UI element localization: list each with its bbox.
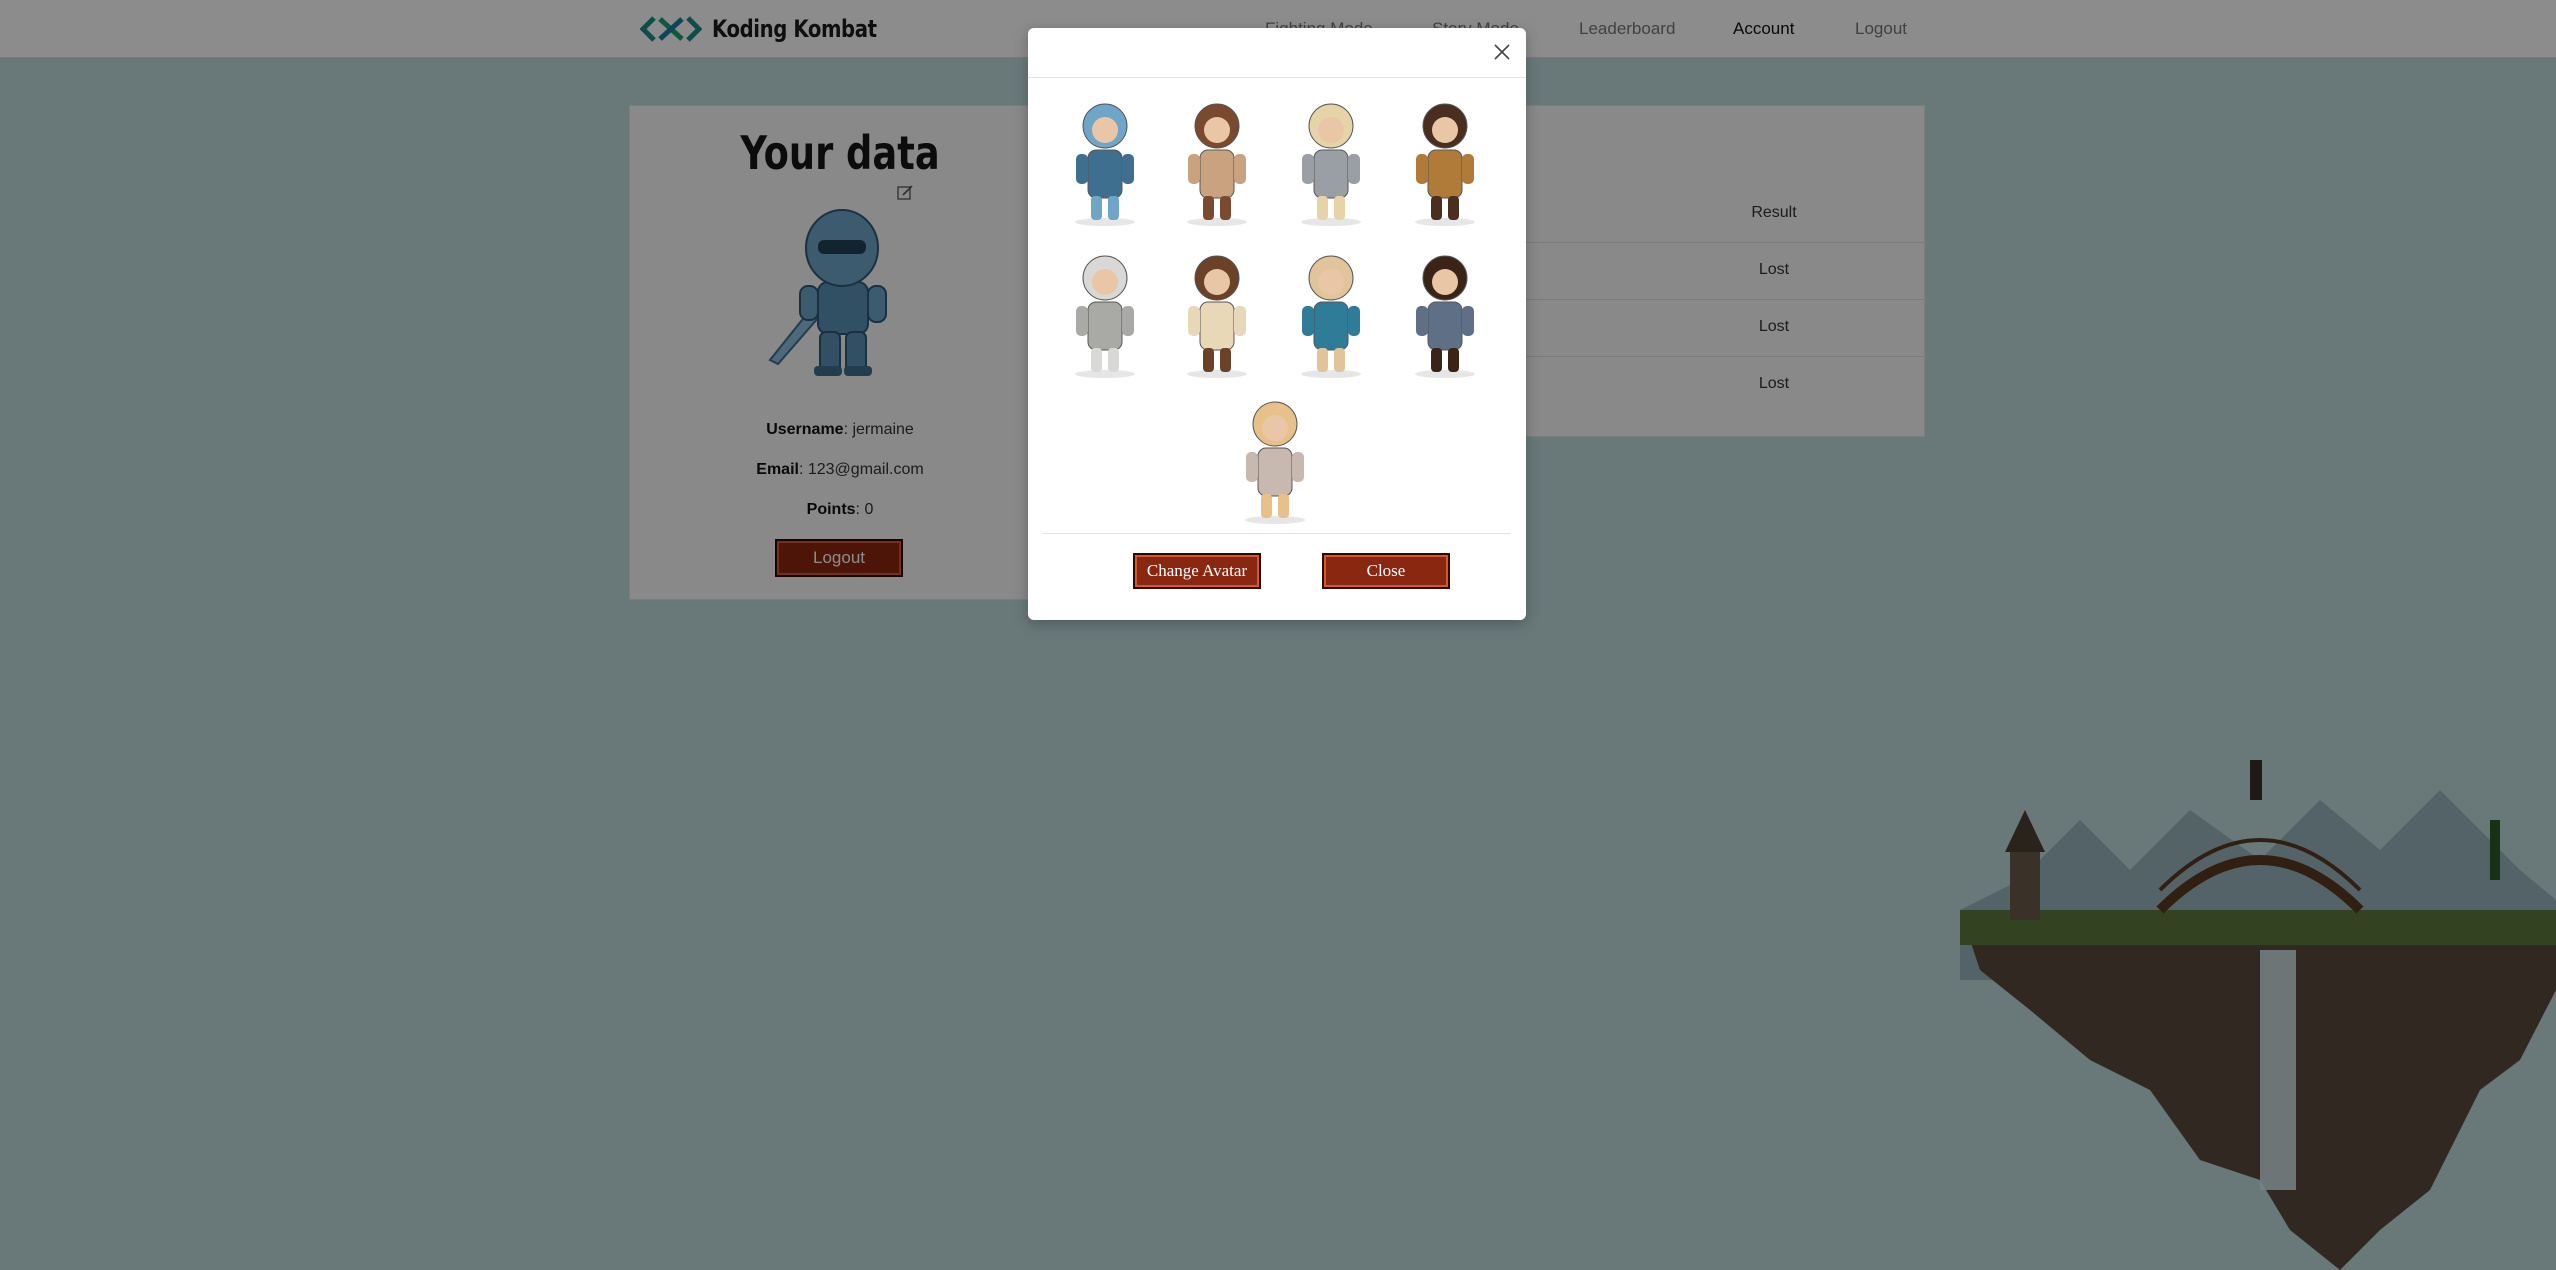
close-icon[interactable] [1488, 38, 1516, 66]
avatar-option[interactable] [1276, 240, 1386, 380]
modal-header [1028, 28, 1526, 78]
avatar-option[interactable] [1162, 88, 1272, 228]
modal-footer: Change Avatar Close [1043, 533, 1511, 620]
avatar-option[interactable] [1050, 88, 1160, 228]
avatar-option[interactable] [1390, 240, 1500, 380]
avatar-option[interactable] [1050, 240, 1160, 380]
avatar-option[interactable] [1162, 240, 1272, 380]
close-button[interactable]: Close [1322, 553, 1450, 589]
avatar-picker-modal: Change Avatar Close [1028, 28, 1526, 620]
avatar-option[interactable] [1276, 88, 1386, 228]
avatar-option[interactable] [1220, 386, 1330, 526]
change-avatar-button[interactable]: Change Avatar [1133, 553, 1261, 589]
avatar-option[interactable] [1390, 88, 1500, 228]
